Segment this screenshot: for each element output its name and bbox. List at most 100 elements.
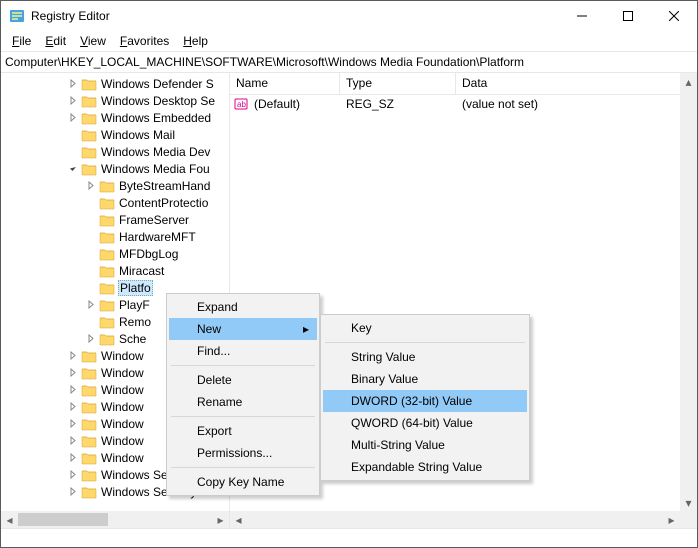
chevron-right-icon[interactable] xyxy=(67,401,79,413)
chevron-right-icon[interactable] xyxy=(67,469,79,481)
ctx-separator xyxy=(325,342,525,343)
menu-view[interactable]: View xyxy=(73,33,113,49)
titlebar: Registry Editor xyxy=(1,1,697,31)
tree-item-label: Windows Defender S xyxy=(101,77,214,91)
submenu-new: Key String Value Binary Value DWORD (32-… xyxy=(320,314,530,481)
tree-item-label: Window xyxy=(101,417,144,431)
sub-expand[interactable]: Expandable String Value xyxy=(323,456,527,478)
sub-dword[interactable]: DWORD (32-bit) Value xyxy=(323,390,527,412)
sub-multi[interactable]: Multi-String Value xyxy=(323,434,527,456)
window-title: Registry Editor xyxy=(31,9,559,23)
value-data: (value not set) xyxy=(456,97,544,111)
tree-item[interactable]: FrameServer xyxy=(1,211,229,228)
ctx-new[interactable]: New▸ xyxy=(169,318,317,340)
chevron-right-icon[interactable] xyxy=(67,78,79,90)
value-name: (Default) xyxy=(248,97,340,111)
tree-item-label: HardwareMFT xyxy=(119,230,196,244)
ctx-expand[interactable]: Expand xyxy=(169,296,317,318)
chevron-right-icon[interactable] xyxy=(67,95,79,107)
expand-spacer xyxy=(85,214,97,226)
address-bar[interactable]: Computer\HKEY_LOCAL_MACHINE\SOFTWARE\Mic… xyxy=(1,51,697,73)
ctx-export[interactable]: Export xyxy=(169,420,317,442)
tree-item-label: Windows Mail xyxy=(101,128,175,142)
tree-item-label: Miracast xyxy=(119,264,164,278)
ctx-copy-key-name[interactable]: Copy Key Name xyxy=(169,471,317,493)
sub-binary[interactable]: Binary Value xyxy=(323,368,527,390)
tree-item-label: ContentProtectio xyxy=(119,196,208,210)
close-button[interactable] xyxy=(651,1,697,31)
value-row[interactable]: ab (Default) REG_SZ (value not set) xyxy=(230,95,697,113)
tree-item-label: Platfo xyxy=(118,280,153,296)
expand-spacer xyxy=(85,265,97,277)
menu-edit[interactable]: Edit xyxy=(38,33,73,49)
scroll-right-icon[interactable]: ▸ xyxy=(663,511,680,528)
sub-qword[interactable]: QWORD (64-bit) Value xyxy=(323,412,527,434)
expand-spacer xyxy=(85,316,97,328)
chevron-right-icon[interactable] xyxy=(67,486,79,498)
ctx-delete[interactable]: Delete xyxy=(169,369,317,391)
tree-item-label: Window xyxy=(101,383,144,397)
tree-item[interactable]: Windows Media Fou xyxy=(1,160,229,177)
tree-item[interactable]: ByteStreamHand xyxy=(1,177,229,194)
expand-spacer xyxy=(85,231,97,243)
sub-string[interactable]: String Value xyxy=(323,346,527,368)
chevron-right-icon[interactable] xyxy=(67,367,79,379)
minimize-button[interactable] xyxy=(559,1,605,31)
scroll-right-icon[interactable]: ▸ xyxy=(212,511,229,528)
statusbar xyxy=(1,528,697,545)
tree-item-label: Windows Desktop Se xyxy=(101,94,215,108)
chevron-right-icon[interactable] xyxy=(85,333,97,345)
chevron-down-icon[interactable] xyxy=(67,163,79,175)
menu-help[interactable]: Help xyxy=(176,33,215,49)
ctx-find[interactable]: Find... xyxy=(169,340,317,362)
submenu-arrow-icon: ▸ xyxy=(303,322,309,336)
tree-item[interactable]: Windows Mail xyxy=(1,126,229,143)
tree-item-label: Window xyxy=(101,451,144,465)
menu-favorites[interactable]: Favorites xyxy=(113,33,176,49)
tree-item[interactable]: Miracast xyxy=(1,262,229,279)
chevron-right-icon[interactable] xyxy=(85,180,97,192)
ctx-rename[interactable]: Rename xyxy=(169,391,317,413)
ctx-permissions[interactable]: Permissions... xyxy=(169,442,317,464)
tree-item[interactable]: MFDbgLog xyxy=(1,245,229,262)
values-vscrollbar[interactable]: ▴ ▾ xyxy=(680,73,697,511)
tree-item[interactable]: HardwareMFT xyxy=(1,228,229,245)
chevron-right-icon[interactable] xyxy=(67,350,79,362)
context-menu: Expand New▸ Find... Delete Rename Export… xyxy=(166,293,320,496)
chevron-right-icon[interactable] xyxy=(67,418,79,430)
tree-item-label: Remo xyxy=(119,315,151,329)
sub-key[interactable]: Key xyxy=(323,317,527,339)
col-name[interactable]: Name xyxy=(230,73,340,94)
chevron-right-icon[interactable] xyxy=(67,112,79,124)
scroll-corner xyxy=(680,511,697,528)
scroll-left-icon[interactable]: ◂ xyxy=(1,511,18,528)
string-value-icon: ab xyxy=(234,97,248,111)
chevron-right-icon[interactable] xyxy=(67,452,79,464)
tree-item-label: Windows Media Fou xyxy=(101,162,210,176)
expand-spacer xyxy=(67,146,79,158)
menu-file[interactable]: File xyxy=(5,33,38,49)
scroll-left-icon[interactable]: ◂ xyxy=(230,511,247,528)
chevron-right-icon[interactable] xyxy=(67,384,79,396)
svg-text:ab: ab xyxy=(237,100,246,109)
menubar: File Edit View Favorites Help xyxy=(1,31,697,51)
scroll-down-icon[interactable]: ▾ xyxy=(680,494,697,511)
tree-item-label: Windows Media Dev xyxy=(101,145,210,159)
tree-item-label: Windows Embedded xyxy=(101,111,211,125)
tree-item[interactable]: Windows Defender S xyxy=(1,75,229,92)
tree-item[interactable]: Windows Desktop Se xyxy=(1,92,229,109)
chevron-right-icon[interactable] xyxy=(85,299,97,311)
tree-hscrollbar[interactable]: ◂ ▸ xyxy=(1,511,229,528)
scroll-up-icon[interactable]: ▴ xyxy=(680,73,697,90)
chevron-right-icon[interactable] xyxy=(67,435,79,447)
col-type[interactable]: Type xyxy=(340,73,456,94)
values-hscrollbar[interactable]: ◂ ▸ xyxy=(230,511,680,528)
tree-item[interactable]: ContentProtectio xyxy=(1,194,229,211)
maximize-button[interactable] xyxy=(605,1,651,31)
tree-item-label: Window xyxy=(101,366,144,380)
tree-item[interactable]: Windows Media Dev xyxy=(1,143,229,160)
expand-spacer xyxy=(67,129,79,141)
col-data[interactable]: Data xyxy=(456,73,697,94)
expand-spacer xyxy=(85,282,97,294)
tree-item[interactable]: Windows Embedded xyxy=(1,109,229,126)
